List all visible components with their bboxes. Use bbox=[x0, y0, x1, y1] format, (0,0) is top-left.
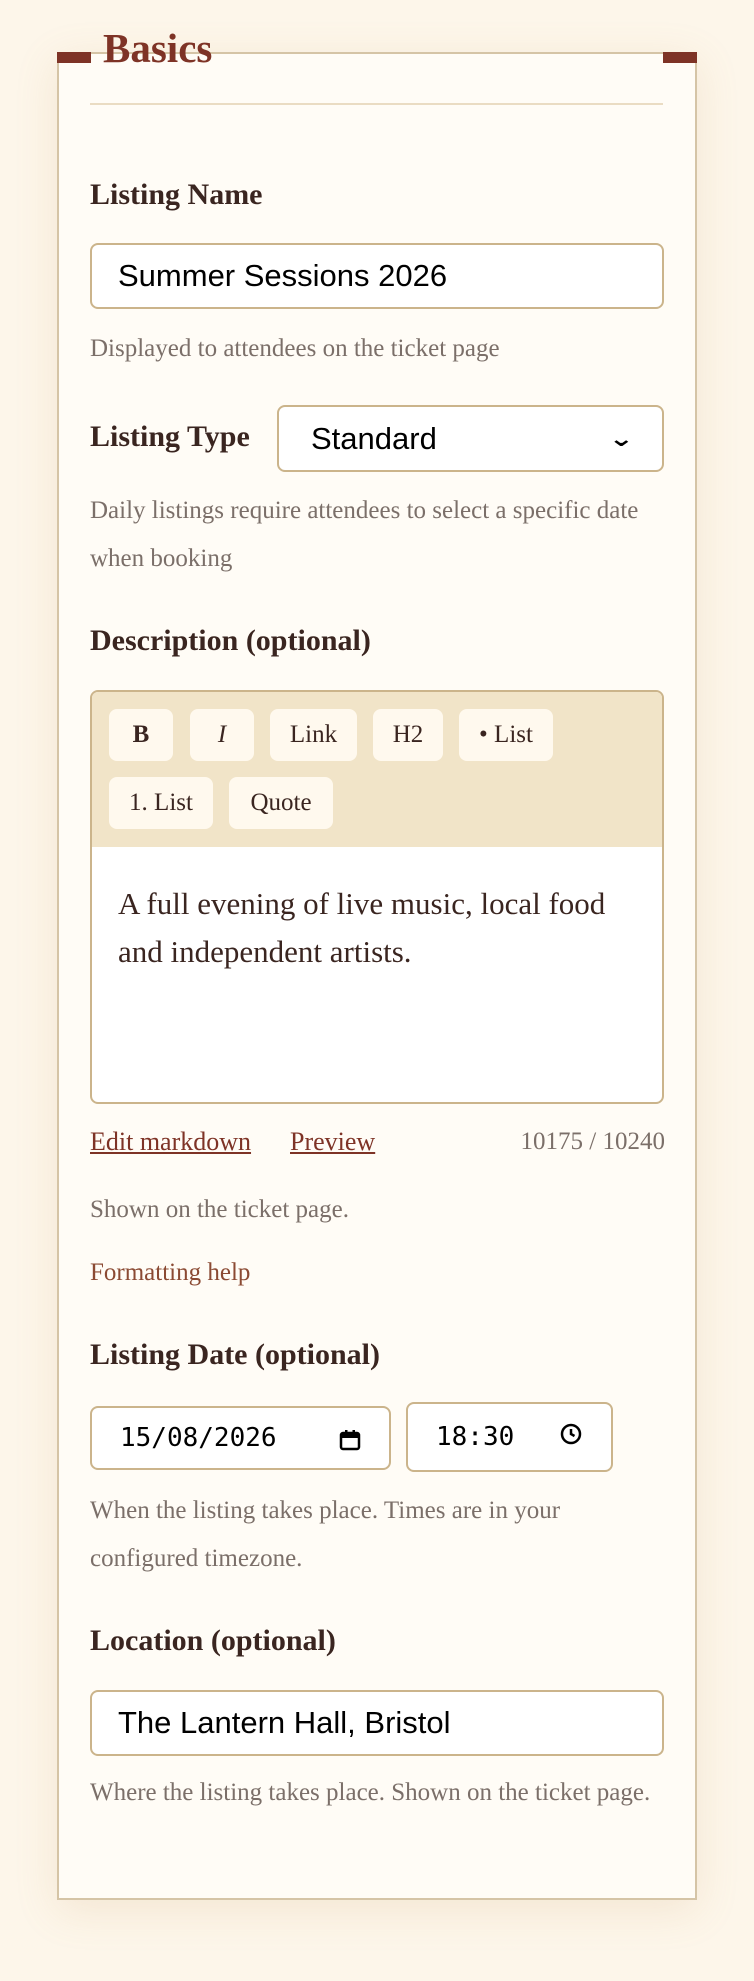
editor-content[interactable]: A full evening of live music, local food… bbox=[118, 880, 648, 976]
character-count: 10175 / 10240 bbox=[520, 1128, 665, 1155]
listing-date-hint: When the listing takes place. Times are … bbox=[90, 1497, 561, 1572]
time-input[interactable]: 18:30 bbox=[406, 1402, 613, 1472]
description-label: Description (optional) bbox=[90, 624, 371, 657]
bullet-list-button[interactable]: • List bbox=[459, 709, 553, 761]
editor-toolbar: B I Link H2 • List 1. List Quote bbox=[92, 692, 662, 847]
bold-button[interactable]: B bbox=[109, 709, 173, 761]
clock-icon[interactable] bbox=[559, 1422, 583, 1453]
chevron-down-icon: ⌄ bbox=[607, 425, 634, 451]
fieldset-corner-left bbox=[57, 52, 91, 63]
listing-type-selected: Standard bbox=[311, 420, 437, 456]
listing-type-select[interactable]: Standard ⌄ bbox=[277, 405, 664, 472]
location-hint: Where the listing takes place. Shown on … bbox=[90, 1779, 651, 1806]
time-value: 18:30 bbox=[436, 1422, 515, 1452]
listing-name-value: Summer Sessions 2026 bbox=[118, 258, 448, 293]
listing-name-hint: Displayed to attendees on the ticket pag… bbox=[90, 335, 500, 362]
fieldset-legend: Basics bbox=[103, 25, 213, 71]
preview-link[interactable]: Preview bbox=[290, 1122, 375, 1162]
listing-date-label: Listing Date (optional) bbox=[90, 1338, 381, 1371]
listing-type-label: Listing Type bbox=[90, 420, 250, 453]
listing-name-input[interactable]: Summer Sessions 2026 bbox=[90, 243, 664, 309]
formatting-help-link[interactable]: Formatting help bbox=[90, 1253, 250, 1293]
location-label: Location (optional) bbox=[90, 1624, 336, 1657]
italic-button[interactable]: I bbox=[190, 709, 254, 761]
quote-button[interactable]: Quote bbox=[229, 777, 333, 829]
numbered-list-button[interactable]: 1. List bbox=[109, 777, 213, 829]
calendar-icon[interactable] bbox=[339, 1428, 361, 1451]
date-input[interactable]: 15/08/2026 bbox=[90, 1406, 391, 1470]
location-value: The Lantern Hall, Bristol bbox=[118, 1705, 451, 1740]
link-button[interactable]: Link bbox=[270, 709, 357, 761]
date-value: 15/08/2026 bbox=[120, 1423, 277, 1453]
heading-button[interactable]: H2 bbox=[373, 709, 443, 761]
description-hint: Shown on the ticket page. bbox=[90, 1196, 349, 1223]
description-editor[interactable]: B I Link H2 • List 1. List Quote A full … bbox=[90, 690, 664, 1104]
legend-divider bbox=[90, 103, 663, 105]
fieldset-corner-right bbox=[663, 52, 697, 63]
listing-type-hint: Daily listings require attendees to sele… bbox=[90, 497, 639, 572]
edit-markdown-link[interactable]: Edit markdown bbox=[90, 1122, 251, 1162]
listing-name-label: Listing Name bbox=[90, 178, 263, 211]
location-input[interactable]: The Lantern Hall, Bristol bbox=[90, 1690, 664, 1756]
